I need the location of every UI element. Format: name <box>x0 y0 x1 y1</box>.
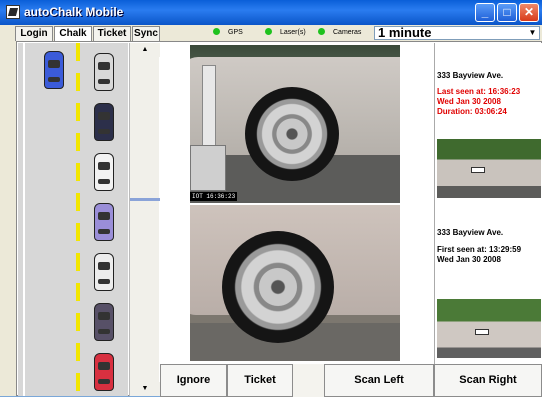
status-dot-icon <box>213 28 220 35</box>
vehicle-thumbnail-current <box>437 139 541 198</box>
tab-chalk[interactable]: Chalk <box>54 26 92 41</box>
tab-label: Chalk <box>59 28 87 39</box>
chalk-panel: ▲ ▼ IOT 16:36:23 333 Bayview Ave. Last s… <box>16 41 542 397</box>
interval-value: 1 minute <box>378 25 432 40</box>
street-scrollbar[interactable]: ▲ ▼ <box>129 43 160 396</box>
street-car-icon[interactable] <box>94 353 114 391</box>
last-seen-time: Last seen at: 16:36:23 <box>437 87 521 96</box>
status-dot-icon <box>265 28 272 35</box>
action-bar: Ignore Ticket Scan Left Scan Right <box>160 364 542 397</box>
app-window: autoChalk Mobile _ □ ✕ Login Chalk Ticke… <box>0 0 542 397</box>
vehicle-thumbnail-previous <box>437 299 541 358</box>
scroll-up-icon[interactable]: ▲ <box>130 43 160 57</box>
interval-dropdown[interactable]: 1 minute ▼ <box>374 25 540 40</box>
address-previous: 333 Bayview Ave. <box>437 228 504 237</box>
close-button[interactable]: ✕ <box>519 3 539 22</box>
first-seen-info: First seen at: 13:29:59 Wed Jan 30 2008 <box>437 245 521 265</box>
window-title: autoChalk Mobile <box>24 5 124 19</box>
first-seen-date: Wed Jan 30 2008 <box>437 255 501 264</box>
scroll-down-icon[interactable]: ▼ <box>130 382 160 396</box>
chevron-down-icon[interactable]: ▼ <box>526 27 539 39</box>
camera-indicator: Cameras <box>318 28 361 38</box>
status-dot-icon <box>318 28 325 35</box>
maximize-icon: □ <box>503 5 511 19</box>
street-car-icon[interactable] <box>44 51 64 89</box>
street-car-icon[interactable] <box>94 203 114 241</box>
ignore-button[interactable]: Ignore <box>160 364 227 397</box>
tab-sync[interactable]: Sync <box>132 26 160 41</box>
last-seen-date: Wed Jan 30 2008 <box>437 97 501 106</box>
first-seen-time: First seen at: 13:29:59 <box>437 245 522 254</box>
indicator-label: Laser(s) <box>280 29 306 36</box>
vehicle-info-pane: 333 Bayview Ave. Last seen at: 16:36:23 … <box>434 43 542 364</box>
street-car-icon[interactable] <box>94 303 114 341</box>
title-bar: autoChalk Mobile _ □ ✕ <box>0 0 542 25</box>
center-line <box>76 43 80 396</box>
road-edge-line <box>23 43 25 396</box>
address-current: 333 Bayview Ave. <box>437 71 504 80</box>
ticket-button[interactable]: Ticket <box>227 364 293 397</box>
indicator-label: GPS <box>228 29 243 36</box>
minimize-icon: _ <box>481 5 489 19</box>
laser-indicator: Laser(s) <box>265 28 306 38</box>
maximize-button[interactable]: □ <box>497 3 517 22</box>
tab-label: Login <box>20 28 48 39</box>
duration: Duration: 03:06:24 <box>437 107 507 116</box>
scan-right-button[interactable]: Scan Right <box>434 364 542 397</box>
gps-indicator: GPS <box>213 28 243 38</box>
street-car-icon[interactable] <box>94 253 114 291</box>
app-icon <box>6 5 20 19</box>
tab-ticket[interactable]: Ticket <box>93 26 131 41</box>
street-car-icon[interactable] <box>94 153 114 191</box>
camera-timestamp: IOT 16:36:23 <box>190 192 238 201</box>
minimize-button[interactable]: _ <box>475 3 495 22</box>
tab-label: Ticket <box>97 28 127 39</box>
scan-left-button[interactable]: Scan Left <box>324 364 434 397</box>
camera-image-previous <box>190 205 400 361</box>
camera-image-current: IOT 16:36:23 <box>190 45 400 203</box>
indicator-label: Cameras <box>333 29 362 36</box>
camera-pane: IOT 16:36:23 <box>160 43 433 364</box>
tab-label: Sync <box>134 28 158 39</box>
street-map <box>18 43 128 396</box>
street-car-icon[interactable] <box>94 53 114 91</box>
street-car-icon[interactable] <box>94 103 114 141</box>
scroll-thumb[interactable] <box>130 198 160 201</box>
tab-login[interactable]: Login <box>15 26 53 41</box>
close-icon: ✕ <box>523 5 535 19</box>
last-seen-info: Last seen at: 16:36:23 Wed Jan 30 2008 D… <box>437 87 520 117</box>
